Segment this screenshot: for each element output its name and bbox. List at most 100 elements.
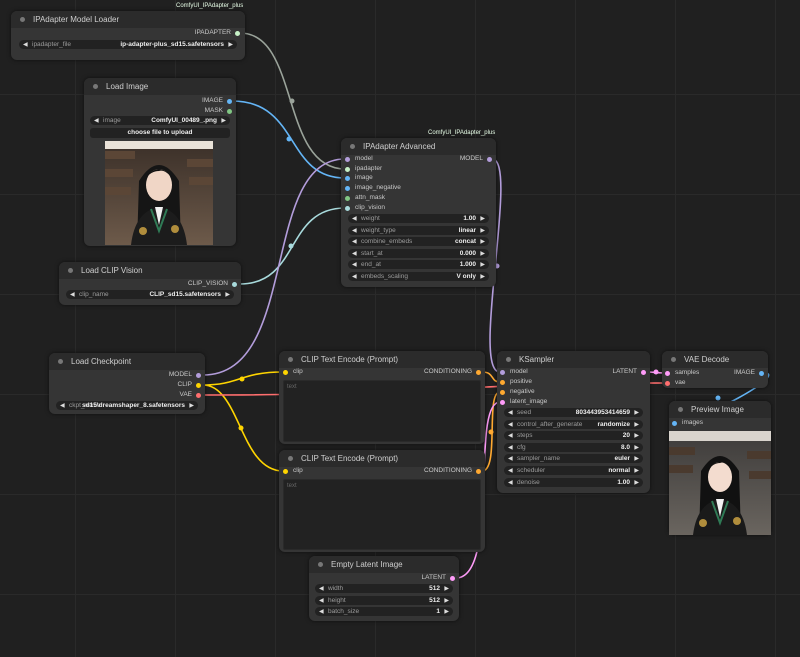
arrow-left-icon[interactable]: ◀ bbox=[319, 608, 324, 615]
output-dot-icon[interactable] bbox=[196, 392, 201, 398]
collapse-dot-icon[interactable] bbox=[671, 357, 676, 362]
arrow-right-icon[interactable]: ▶ bbox=[634, 432, 639, 439]
widget-end-at[interactable]: ◀ end_at 1.000 ▶ bbox=[348, 260, 489, 269]
input-dot-icon[interactable] bbox=[345, 205, 350, 211]
output-dot-icon[interactable] bbox=[476, 468, 481, 474]
node-ipadapter-advanced[interactable]: ComfyUI_IPAdapter_plus IPAdapter Advance… bbox=[341, 130, 496, 287]
arrow-right-icon[interactable]: ▶ bbox=[480, 215, 485, 222]
input-dot-icon[interactable] bbox=[665, 370, 670, 376]
output-dot-icon[interactable] bbox=[641, 369, 646, 375]
output-dot-icon[interactable] bbox=[450, 575, 455, 581]
input-dot-icon[interactable] bbox=[500, 389, 505, 395]
input-dot-icon[interactable] bbox=[283, 468, 288, 474]
collapse-dot-icon[interactable] bbox=[350, 144, 355, 149]
widget-denoise[interactable]: ◀ denoise 1.00 ▶ bbox=[504, 478, 643, 487]
arrow-left-icon[interactable]: ◀ bbox=[70, 291, 75, 298]
arrow-left-icon[interactable]: ◀ bbox=[319, 585, 324, 592]
arrow-right-icon[interactable]: ▶ bbox=[444, 597, 449, 604]
node-load-image[interactable]: Load Image IMAGE MASK ◀ image ComfyUI_00… bbox=[84, 78, 236, 246]
arrow-right-icon[interactable]: ▶ bbox=[480, 238, 485, 245]
input-dot-icon[interactable] bbox=[665, 380, 670, 386]
collapse-dot-icon[interactable] bbox=[288, 456, 293, 461]
arrow-right-icon[interactable]: ▶ bbox=[480, 273, 485, 280]
output-dot-icon[interactable] bbox=[232, 281, 237, 287]
arrow-left-icon[interactable]: ◀ bbox=[352, 227, 357, 234]
widget-batch-size[interactable]: ◀ batch_size 1 ▶ bbox=[315, 607, 453, 616]
widget-steps[interactable]: ◀ steps 20 ▶ bbox=[504, 431, 643, 440]
arrow-right-icon[interactable]: ▶ bbox=[634, 479, 639, 486]
input-dot-icon[interactable] bbox=[500, 399, 505, 405]
output-dot-icon[interactable] bbox=[476, 369, 481, 375]
collapse-dot-icon[interactable] bbox=[20, 17, 25, 22]
node-ksampler[interactable]: KSampler model positive negative latent_… bbox=[497, 351, 650, 493]
arrow-right-icon[interactable]: ▶ bbox=[634, 409, 639, 416]
widget-clip-name[interactable]: ◀ clip_name CLIP_sd15.safetensors ▶ bbox=[66, 290, 234, 299]
arrow-right-icon[interactable]: ▶ bbox=[480, 261, 485, 268]
collapse-dot-icon[interactable] bbox=[93, 84, 98, 89]
output-dot-icon[interactable] bbox=[196, 372, 201, 378]
widget-seed[interactable]: ◀ seed 803443953414659 ▶ bbox=[504, 408, 643, 417]
widget-width[interactable]: ◀ width 512 ▶ bbox=[315, 584, 453, 593]
collapse-dot-icon[interactable] bbox=[318, 562, 323, 567]
arrow-left-icon[interactable]: ◀ bbox=[508, 432, 513, 439]
arrow-left-icon[interactable]: ◀ bbox=[352, 250, 357, 257]
node-load-checkpoint[interactable]: Load Checkpoint MODEL CLIP VAE ◀ ckpt_na… bbox=[49, 353, 205, 414]
arrow-right-icon[interactable]: ▶ bbox=[634, 455, 639, 462]
output-dot-icon[interactable] bbox=[759, 370, 764, 376]
output-dot-icon[interactable] bbox=[196, 382, 201, 388]
widget-height[interactable]: ◀ height 512 ▶ bbox=[315, 596, 453, 605]
node-clip-text-encode-negative[interactable]: CLIP Text Encode (Prompt) clip CONDITION… bbox=[279, 450, 485, 552]
input-dot-icon[interactable] bbox=[283, 369, 288, 375]
arrow-right-icon[interactable]: ▶ bbox=[225, 291, 230, 298]
arrow-left-icon[interactable]: ◀ bbox=[352, 215, 357, 222]
widget-combine-embeds[interactable]: ◀ combine_embeds concat ▶ bbox=[348, 237, 489, 246]
widget-ipadapter-file[interactable]: ◀ ipadapter_file ip-adapter-plus_sd15.sa… bbox=[19, 40, 237, 49]
widget-start-at[interactable]: ◀ start_at 0.000 ▶ bbox=[348, 249, 489, 258]
output-dot-icon[interactable] bbox=[235, 30, 240, 36]
widget-cfg[interactable]: ◀ cfg 8.0 ▶ bbox=[504, 443, 643, 452]
arrow-left-icon[interactable]: ◀ bbox=[319, 597, 324, 604]
arrow-right-icon[interactable]: ▶ bbox=[221, 117, 226, 124]
arrow-right-icon[interactable]: ▶ bbox=[634, 444, 639, 451]
arrow-left-icon[interactable]: ◀ bbox=[352, 261, 357, 268]
arrow-left-icon[interactable]: ◀ bbox=[508, 409, 513, 416]
arrow-left-icon[interactable]: ◀ bbox=[352, 273, 357, 280]
arrow-right-icon[interactable]: ▶ bbox=[228, 41, 233, 48]
collapse-dot-icon[interactable] bbox=[678, 407, 683, 412]
arrow-left-icon[interactable]: ◀ bbox=[94, 117, 99, 124]
collapse-dot-icon[interactable] bbox=[506, 357, 511, 362]
input-dot-icon[interactable] bbox=[345, 166, 350, 172]
node-vae-decode[interactable]: VAE Decode samples vae IMAGE bbox=[662, 351, 768, 388]
prompt-textarea[interactable]: text bbox=[283, 479, 481, 550]
arrow-left-icon[interactable]: ◀ bbox=[60, 402, 65, 409]
widget-sampler-name[interactable]: ◀ sampler_name euler ▶ bbox=[504, 454, 643, 463]
arrow-right-icon[interactable]: ▶ bbox=[480, 250, 485, 257]
arrow-right-icon[interactable]: ▶ bbox=[189, 402, 194, 409]
arrow-right-icon[interactable]: ▶ bbox=[480, 227, 485, 234]
input-dot-icon[interactable] bbox=[500, 369, 505, 375]
output-dot-icon[interactable] bbox=[227, 98, 232, 104]
node-ipadapter-model-loader[interactable]: ComfyUI_IPAdapter_plus IPAdapter Model L… bbox=[11, 3, 245, 60]
widget-embeds-scaling[interactable]: ◀ embeds_scaling V only ▶ bbox=[348, 272, 489, 281]
node-empty-latent-image[interactable]: Empty Latent Image LATENT ◀ width 512 ▶ ◀ he… bbox=[309, 556, 459, 621]
arrow-left-icon[interactable]: ◀ bbox=[352, 238, 357, 245]
widget-weight[interactable]: ◀ weight 1.00 ▶ bbox=[348, 214, 489, 223]
output-dot-icon[interactable] bbox=[227, 108, 232, 114]
arrow-right-icon[interactable]: ▶ bbox=[444, 608, 449, 615]
output-image-preview[interactable] bbox=[669, 431, 771, 535]
input-dot-icon[interactable] bbox=[345, 156, 350, 162]
widget-scheduler[interactable]: ◀ scheduler normal ▶ bbox=[504, 466, 643, 475]
collapse-dot-icon[interactable] bbox=[288, 357, 293, 362]
upload-button[interactable]: choose file to upload bbox=[90, 128, 230, 138]
collapse-dot-icon[interactable] bbox=[58, 359, 63, 364]
arrow-left-icon[interactable]: ◀ bbox=[508, 444, 513, 451]
input-dot-icon[interactable] bbox=[345, 185, 350, 191]
input-dot-icon[interactable] bbox=[345, 175, 350, 181]
widget-image-select[interactable]: ◀ image ComfyUI_00489_.png ▶ bbox=[90, 116, 230, 125]
node-load-clip-vision[interactable]: Load CLIP Vision CLIP_VISION ◀ clip_name… bbox=[59, 262, 241, 305]
arrow-left-icon[interactable]: ◀ bbox=[508, 455, 513, 462]
arrow-right-icon[interactable]: ▶ bbox=[634, 421, 639, 428]
arrow-left-icon[interactable]: ◀ bbox=[508, 467, 513, 474]
widget-control-after-generate[interactable]: ◀ control_after_generate randomize ▶ bbox=[504, 420, 643, 429]
input-dot-icon[interactable] bbox=[672, 420, 677, 426]
